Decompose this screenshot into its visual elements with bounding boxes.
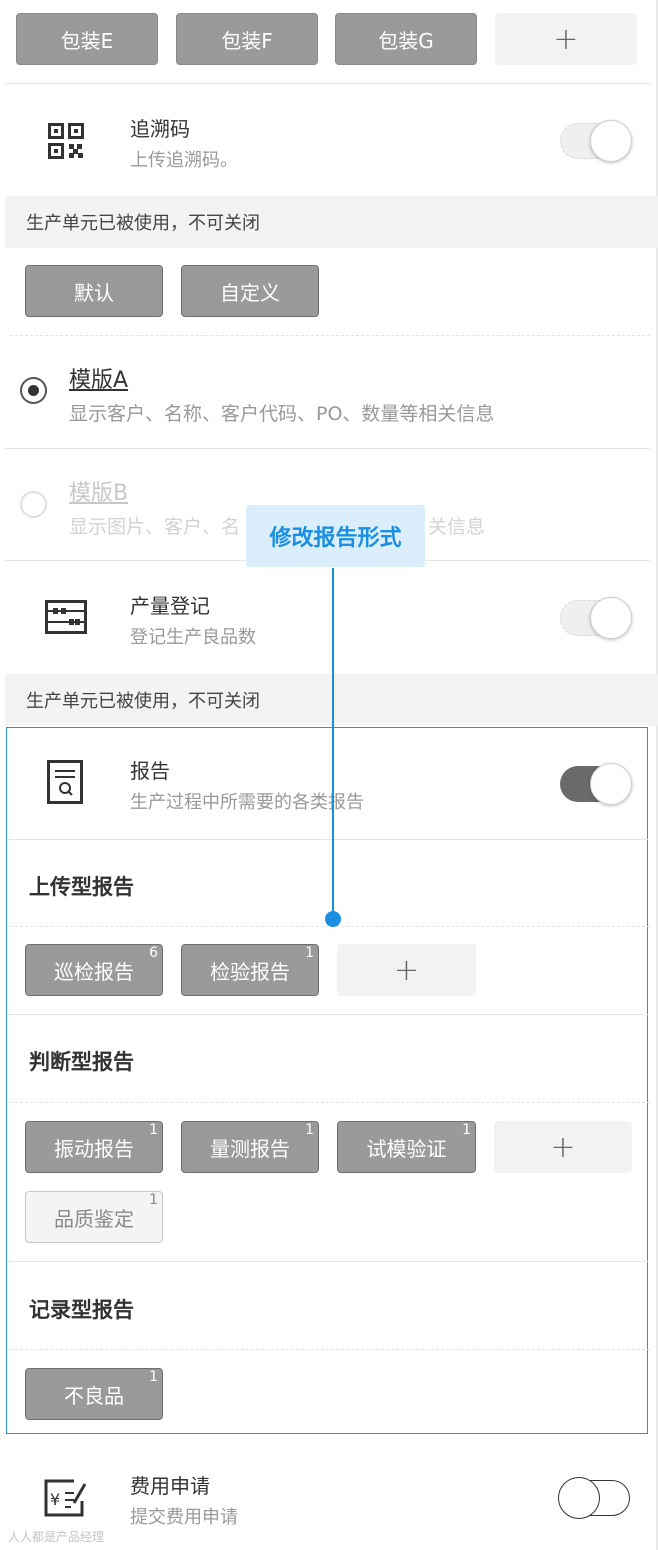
chip-label: 量测报告 bbox=[210, 1136, 290, 1161]
output-subtitle: 登记生产良品数 bbox=[130, 627, 256, 648]
count-badge: 1 bbox=[149, 1192, 158, 1208]
annotation-connector-line bbox=[332, 568, 334, 920]
toggle-knob bbox=[590, 597, 632, 639]
report-toggle[interactable] bbox=[560, 763, 632, 805]
chip-label: 默认 bbox=[74, 280, 114, 305]
radio-selected-icon[interactable] bbox=[19, 376, 48, 409]
toggle-knob bbox=[590, 763, 632, 805]
divider bbox=[5, 83, 650, 84]
report-title: 报告 bbox=[130, 759, 170, 783]
chip-label: 振动报告 bbox=[54, 1136, 134, 1161]
report-chip-quality[interactable]: 品质鉴定 1 bbox=[25, 1191, 163, 1243]
record-section-title: 记录型报告 bbox=[29, 1298, 134, 1322]
chip-label: 包装F bbox=[221, 28, 273, 53]
count-badge: 6 bbox=[149, 945, 158, 961]
trace-toggle[interactable] bbox=[560, 120, 632, 162]
chip-label: 包装G bbox=[378, 28, 434, 53]
dashed-divider bbox=[10, 1349, 650, 1350]
add-package-button[interactable]: + bbox=[495, 13, 637, 65]
chip-label: 试模验证 bbox=[366, 1136, 447, 1161]
trace-subtitle: 上传追溯码。 bbox=[130, 150, 238, 171]
plus-icon: + bbox=[550, 1129, 576, 1165]
template-b-name[interactable]: 模版B bbox=[69, 475, 128, 507]
output-toggle[interactable] bbox=[560, 597, 632, 639]
expense-subtitle: 提交费用申请 bbox=[130, 1507, 238, 1528]
notice-bar: 生产单元已被使用，不可关闭 bbox=[5, 196, 658, 248]
report-chip-measure[interactable]: 量测报告 1 bbox=[181, 1121, 319, 1173]
package-chip-g[interactable]: 包装G bbox=[335, 13, 477, 65]
chip-label: 检验报告 bbox=[210, 959, 290, 984]
annotation-callout: 修改报告形式 bbox=[246, 505, 425, 567]
chip-label: 不良品 bbox=[64, 1383, 124, 1408]
judge-section-title: 判断型报告 bbox=[29, 1050, 134, 1074]
upload-section-title: 上传型报告 bbox=[29, 875, 134, 899]
plus-icon: + bbox=[553, 21, 579, 57]
count-badge: 1 bbox=[149, 1122, 158, 1138]
template-b-desc: 显示图片、客户、名 bbox=[69, 516, 241, 538]
report-chip-vibration[interactable]: 振动报告 1 bbox=[25, 1121, 163, 1173]
chip-label: 包装E bbox=[60, 28, 114, 53]
report-chip-trial[interactable]: 试模验证 1 bbox=[337, 1121, 476, 1173]
report-chip-inspection[interactable]: 巡检报告 6 bbox=[25, 944, 163, 996]
expense-title: 费用申请 bbox=[130, 1474, 210, 1498]
default-mode-button[interactable]: 默认 bbox=[25, 265, 163, 317]
dashed-divider bbox=[10, 335, 650, 336]
count-badge: 1 bbox=[149, 1369, 158, 1385]
expense-toggle[interactable] bbox=[558, 1477, 630, 1519]
custom-mode-button[interactable]: 自定义 bbox=[181, 265, 319, 317]
count-badge: 1 bbox=[305, 1122, 314, 1138]
template-b-desc-tail: 关信息 bbox=[428, 516, 486, 538]
dashed-divider bbox=[10, 1102, 650, 1103]
report-icon bbox=[47, 760, 83, 808]
report-chip-check[interactable]: 检验报告 1 bbox=[181, 944, 319, 996]
toggle-knob bbox=[558, 1477, 600, 1519]
count-badge: 1 bbox=[305, 945, 314, 961]
abacus-icon bbox=[45, 600, 87, 638]
trace-title: 追溯码 bbox=[130, 117, 190, 141]
svg-text:¥: ¥ bbox=[50, 1490, 60, 1509]
package-chip-e[interactable]: 包装E bbox=[16, 13, 158, 65]
report-highlight-box bbox=[6, 727, 648, 1434]
template-a-name[interactable]: 模版A bbox=[69, 362, 128, 394]
add-judge-report-button[interactable]: + bbox=[494, 1121, 632, 1173]
qr-code-icon bbox=[48, 123, 84, 163]
package-chip-f[interactable]: 包装F bbox=[176, 13, 318, 65]
divider bbox=[5, 448, 650, 449]
annotation-anchor-dot bbox=[325, 911, 341, 927]
template-a-desc: 显示客户、名称、客户代码、PO、数量等相关信息 bbox=[69, 403, 495, 425]
plus-icon: + bbox=[393, 952, 420, 988]
watermark: 人人都是产品经理 bbox=[8, 1530, 105, 1544]
count-badge: 1 bbox=[462, 1122, 471, 1138]
divider bbox=[8, 839, 648, 840]
report-subtitle: 生产过程中所需要的各类报告 bbox=[130, 792, 364, 813]
toggle-knob bbox=[590, 120, 632, 162]
expense-icon: ¥ bbox=[44, 1479, 88, 1521]
output-title: 产量登记 bbox=[130, 594, 210, 618]
report-chip-defect[interactable]: 不良品 1 bbox=[25, 1368, 163, 1420]
radio-unselected-icon[interactable] bbox=[19, 490, 48, 523]
divider bbox=[8, 1261, 648, 1262]
chip-label: 巡检报告 bbox=[54, 959, 134, 984]
add-upload-report-button[interactable]: + bbox=[337, 944, 476, 996]
chip-label: 品质鉴定 bbox=[54, 1206, 134, 1231]
chip-label: 自定义 bbox=[220, 280, 280, 305]
divider bbox=[8, 1014, 648, 1015]
